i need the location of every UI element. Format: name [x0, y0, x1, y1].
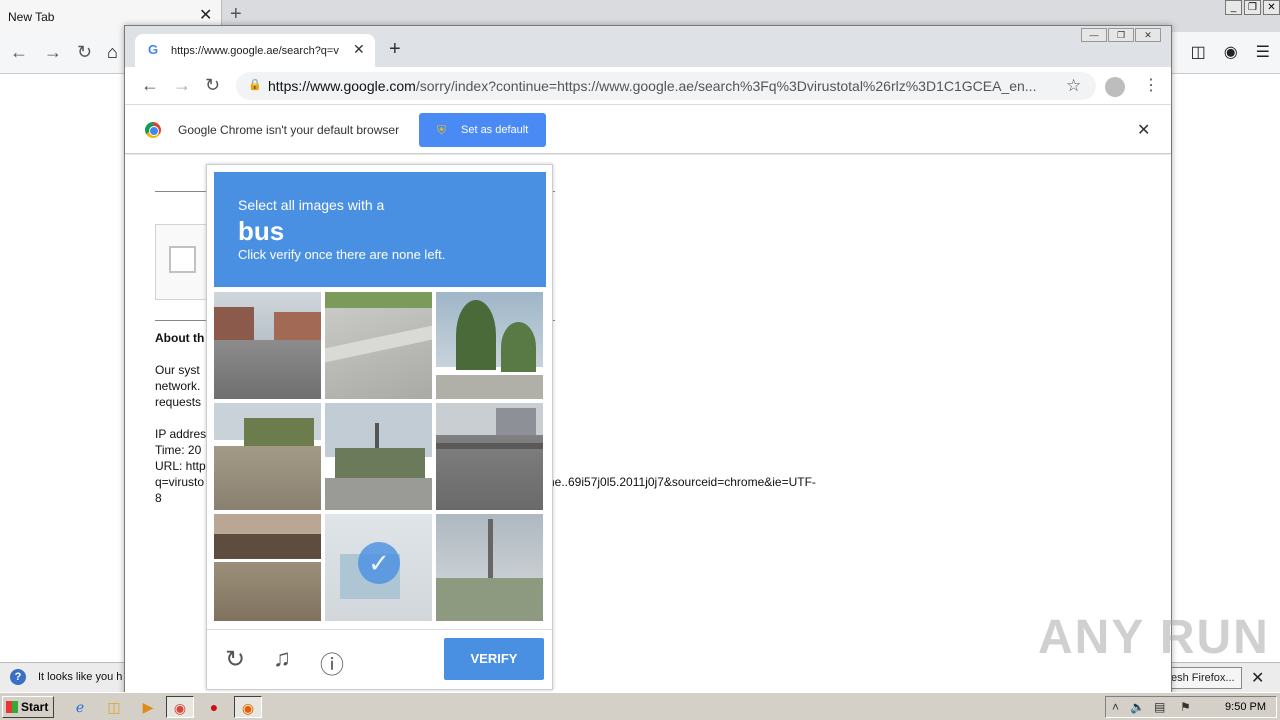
back-icon[interactable]: ←: [141, 75, 159, 96]
challenge-instruction: Select all images with a: [238, 197, 385, 213]
image-tile-7[interactable]: [214, 514, 321, 621]
system-tray: ˄ 🔈 ▤ ⚑ 9:50 PM: [1105, 696, 1277, 718]
reload-icon[interactable]: ↻: [77, 42, 92, 63]
anyrun-watermark: ANY RUN: [1038, 611, 1270, 664]
url-text: URL: http: [155, 459, 206, 473]
windows-logo-icon: [6, 701, 18, 713]
folder-icon[interactable]: ◫: [100, 696, 128, 718]
page-text-line: Our syst: [155, 363, 200, 377]
media-player-icon[interactable]: ▶: [134, 696, 162, 718]
set-as-default-label: Set as default: [461, 124, 529, 136]
firefox-tab-title: New Tab: [8, 10, 55, 24]
clock[interactable]: 9:50 PM: [1225, 701, 1266, 713]
chrome-new-tab-button[interactable]: +: [389, 38, 401, 61]
info-icon[interactable]: ⓘ: [320, 645, 344, 680]
google-favicon-icon: G: [148, 42, 159, 57]
chrome-tab-title: https://www.google.ae/search?q=v: [171, 45, 339, 57]
minimize-button[interactable]: —: [1081, 28, 1107, 42]
time-text: Time: 20: [155, 443, 202, 457]
hamburger-menu-icon[interactable]: ☰: [1256, 42, 1270, 62]
chrome-menu-icon[interactable]: ⋮: [1143, 75, 1159, 95]
internet-explorer-icon[interactable]: ℯ: [66, 696, 94, 718]
account-icon[interactable]: ◉: [1224, 42, 1238, 62]
image-tile-8-selected[interactable]: ✓: [325, 514, 432, 621]
minimize-button[interactable]: _: [1225, 0, 1242, 15]
firefox-window-controls: _ ❐ ✕: [1225, 0, 1280, 18]
lock-icon[interactable]: 🔒: [248, 78, 262, 91]
checkmark-icon: ✓: [358, 542, 400, 584]
opera-icon[interactable]: ●: [200, 696, 228, 718]
footer-divider: [207, 629, 552, 630]
home-icon[interactable]: ⌂: [107, 42, 118, 63]
start-label: Start: [21, 700, 49, 714]
bookmark-star-icon[interactable]: ☆: [1066, 76, 1081, 96]
verify-button[interactable]: VERIFY: [444, 638, 544, 680]
chrome-taskbar-icon[interactable]: ◉: [166, 696, 194, 718]
start-button[interactable]: Start: [2, 696, 54, 718]
image-tile-3[interactable]: [436, 292, 543, 399]
firefox-new-tab-button[interactable]: +: [230, 3, 242, 26]
set-as-default-button[interactable]: ⛨ Set as default: [419, 113, 546, 147]
challenge-header: Select all images with a bus Click verif…: [214, 172, 546, 287]
image-tile-4[interactable]: [214, 403, 321, 510]
about-heading: About th: [155, 331, 205, 345]
url-text-end: 8: [155, 491, 162, 505]
page-text-line: requests: [155, 395, 202, 409]
taskbar: Start ℯ ◫ ▶ ◉ ● ◉ ˄ 🔈 ▤ ⚑ 9:50 PM: [0, 692, 1280, 720]
image-tile-1[interactable]: [214, 292, 321, 399]
ip-address-text: IP addres: [155, 427, 207, 441]
forward-icon[interactable]: →: [44, 42, 62, 63]
info-icon: ?: [10, 669, 26, 685]
back-icon[interactable]: ←: [10, 42, 28, 63]
forward-icon[interactable]: →: [173, 75, 191, 96]
image-tile-6[interactable]: [436, 403, 543, 510]
url-domain: https://www.google.com: [268, 78, 416, 94]
chrome-tab-google-search[interactable]: G https://www.google.ae/search?q=v ✕: [135, 34, 375, 67]
image-tile-9[interactable]: [436, 514, 543, 621]
recaptcha-checkbox[interactable]: [169, 246, 196, 273]
image-tile-2[interactable]: [325, 292, 432, 399]
page-text-line: network.: [155, 379, 201, 393]
default-browser-infobar: Google Chrome isn't your default browser…: [125, 106, 1171, 154]
address-bar[interactable]: 🔒 https://www.google.com/sorry/index?con…: [236, 72, 1096, 100]
notification-close-icon[interactable]: ✕: [1251, 668, 1264, 688]
volume-icon[interactable]: 🔈: [1130, 700, 1145, 714]
chrome-tab-strip: G https://www.google.ae/search?q=v ✕ + —…: [125, 26, 1171, 67]
close-button[interactable]: ✕: [1263, 0, 1280, 15]
chrome-logo-icon: [145, 122, 161, 138]
chrome-toolbar: ← → ↻ 🔒 https://www.google.com/sorry/ind…: [125, 67, 1171, 105]
audio-icon[interactable]: ♫: [273, 645, 291, 673]
url-path: /sorry/index?continue=https://www.google…: [415, 78, 1037, 94]
sidebar-icon[interactable]: ◫: [1191, 42, 1206, 62]
reload-icon[interactable]: ↻: [225, 645, 245, 674]
infobar-close-icon[interactable]: ✕: [1137, 120, 1150, 140]
restore-button[interactable]: ❐: [1244, 0, 1261, 15]
recaptcha-challenge: Select all images with a bus Click verif…: [206, 164, 553, 690]
image-grid: ✓: [214, 292, 546, 624]
chrome-tab-close-icon[interactable]: ✕: [353, 41, 365, 58]
firefox-toolbar-right: ◫ ◉ ☰: [1191, 42, 1270, 62]
firefox-taskbar-icon[interactable]: ◉: [234, 696, 262, 718]
close-button[interactable]: ✕: [1135, 28, 1161, 42]
network-icon[interactable]: ▤: [1154, 700, 1165, 714]
url-text-tail: ome..69i57j0l5.2011j0j7&sourceid=chrome&…: [538, 475, 816, 489]
refresh-firefox-button[interactable]: esh Firefox...: [1166, 667, 1242, 689]
notification-text: It looks like you h: [38, 671, 123, 683]
url-text-line2: q=virusto: [155, 475, 205, 489]
restore-button[interactable]: ❐: [1108, 28, 1134, 42]
challenge-target: bus: [238, 216, 285, 246]
address-url[interactable]: https://www.google.com/sorry/index?conti…: [268, 78, 1058, 94]
challenge-hint: Click verify once there are none left.: [238, 247, 446, 262]
flag-icon[interactable]: ⚑: [1180, 700, 1191, 714]
profile-avatar-icon[interactable]: [1105, 77, 1125, 97]
shield-icon: ⛨: [437, 123, 447, 137]
image-tile-5[interactable]: [325, 403, 432, 510]
chrome-window-controls: — ❐ ✕: [1081, 28, 1161, 42]
firefox-tab-close-icon[interactable]: ✕: [199, 5, 212, 25]
tray-expand-icon[interactable]: ˄: [1112, 700, 1119, 714]
infobar-text: Google Chrome isn't your default browser: [178, 123, 400, 137]
reload-icon[interactable]: ↻: [205, 75, 220, 96]
